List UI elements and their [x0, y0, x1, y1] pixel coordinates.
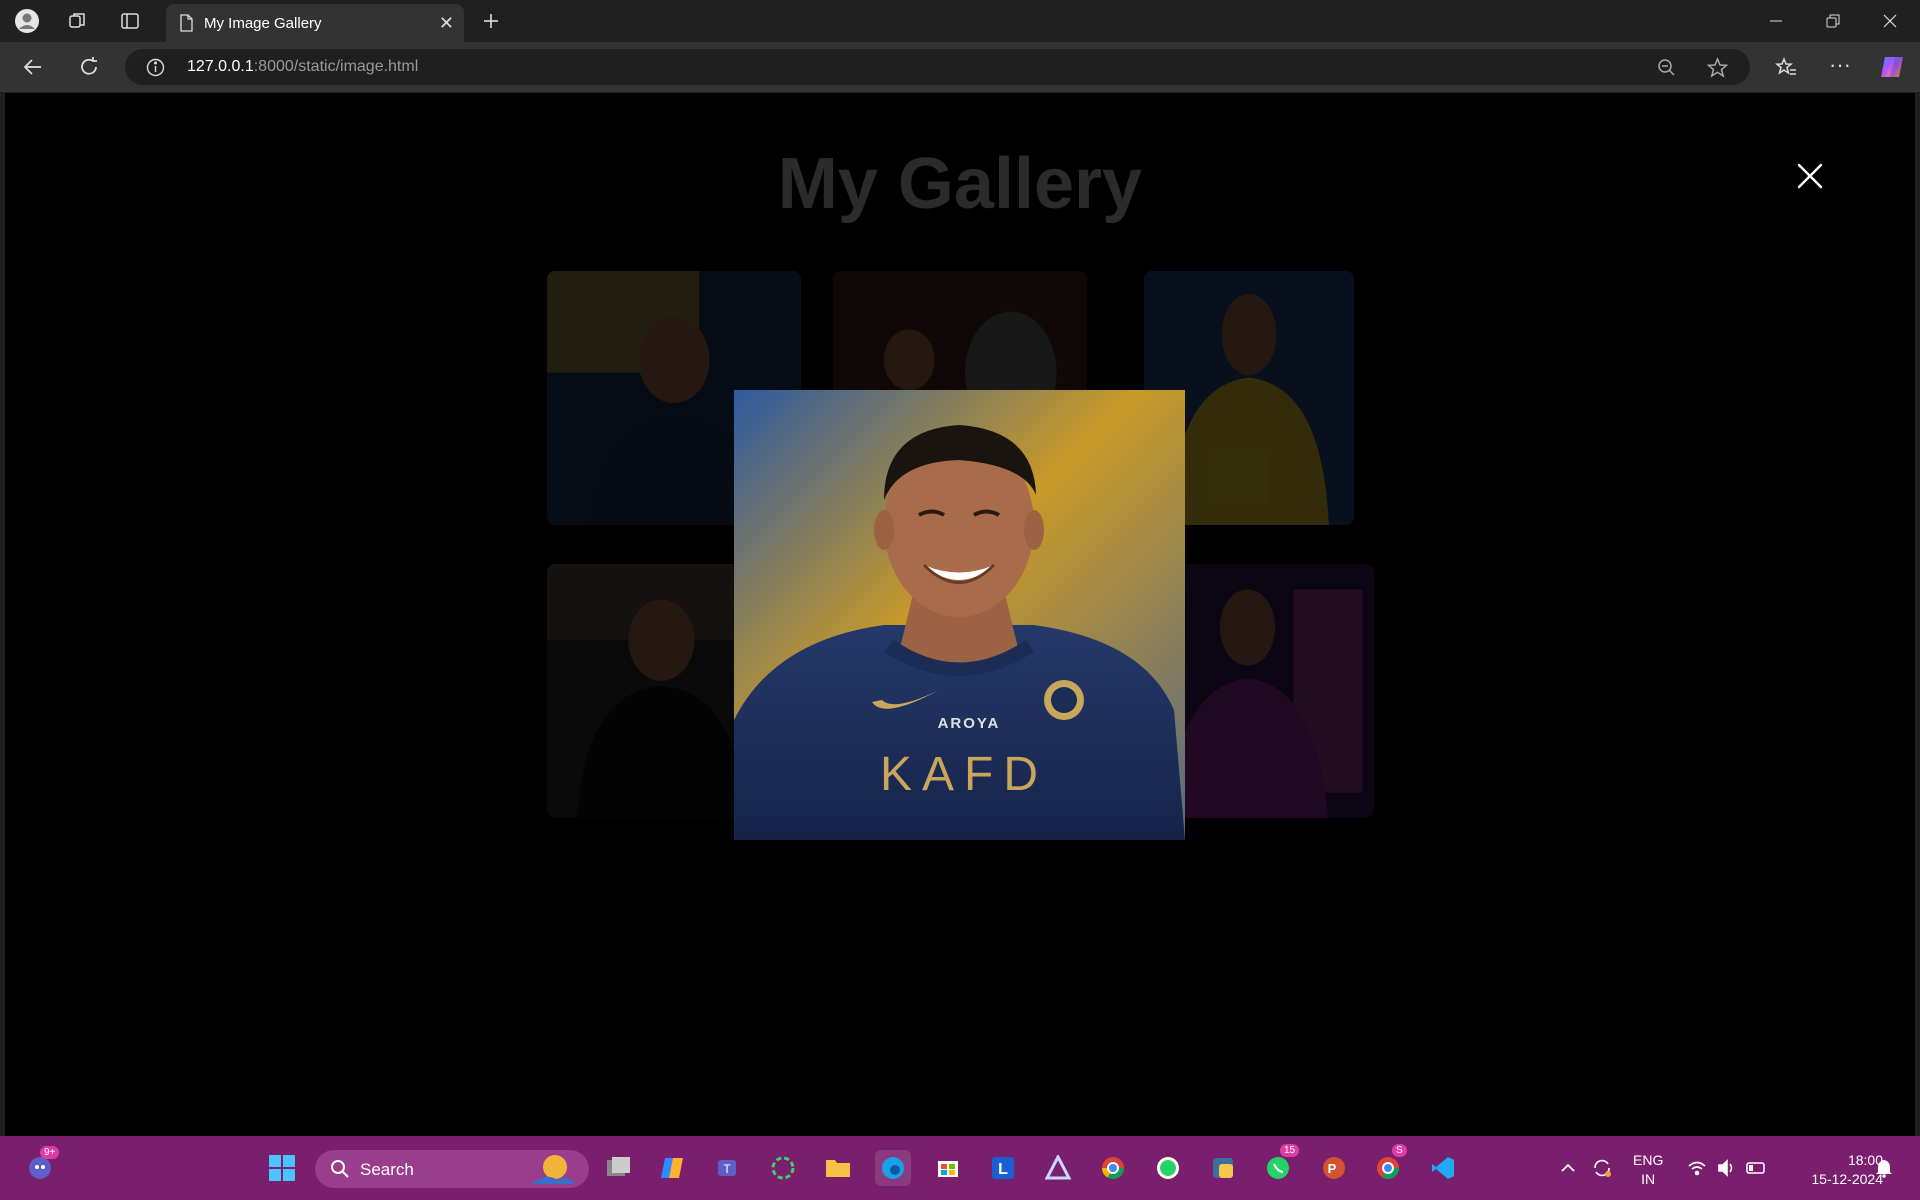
taskbar-search[interactable]: Search: [315, 1150, 589, 1188]
whatsapp-icon[interactable]: 15: [1260, 1144, 1300, 1186]
tab-actions-icon[interactable]: [115, 8, 145, 34]
whatsapp-desktop-icon[interactable]: [1150, 1150, 1186, 1186]
close-window-icon[interactable]: [1867, 8, 1913, 34]
new-tab-icon[interactable]: [476, 8, 506, 34]
zoom-out-icon[interactable]: [1657, 58, 1676, 82]
profile-avatar-icon[interactable]: [12, 8, 42, 34]
notifications-bell-icon[interactable]: [1866, 1150, 1902, 1186]
show-hidden-icons-icon[interactable]: [1550, 1150, 1586, 1186]
file-explorer-icon[interactable]: [820, 1150, 856, 1186]
vscode-icon[interactable]: [1425, 1150, 1461, 1186]
windows-taskbar: 9+ Search T L 15 P S ENG IN 18:00 15-12-…: [0, 1136, 1920, 1200]
back-icon[interactable]: [22, 56, 44, 83]
search-label: Search: [360, 1160, 414, 1179]
copilot-taskbar-icon[interactable]: [655, 1150, 691, 1186]
battery-icon[interactable]: [1739, 1150, 1775, 1186]
restore-window-icon[interactable]: [1810, 8, 1856, 34]
store-icon[interactable]: [930, 1150, 966, 1186]
l-app-icon[interactable]: L: [985, 1150, 1021, 1186]
start-icon[interactable]: [264, 1150, 300, 1186]
chat-widget-icon[interactable]: 9+: [22, 1146, 60, 1186]
search-icon: [330, 1159, 350, 1184]
copilot-icon[interactable]: [1879, 54, 1905, 85]
chat-badge: 9+: [40, 1146, 60, 1159]
region-code: IN: [1641, 1171, 1656, 1187]
more-options-icon[interactable]: ···: [1829, 52, 1851, 78]
page-viewport: My Gallery AROYA KAFD: [5, 93, 1915, 1136]
python-icon[interactable]: [1205, 1150, 1241, 1186]
task-view-icon[interactable]: [600, 1150, 636, 1186]
search-highlight-icon: [527, 1152, 577, 1191]
language-code: ENG: [1633, 1152, 1664, 1168]
jersey-brand-text: AROYA: [938, 715, 1001, 732]
language-indicator[interactable]: ENG IN: [1633, 1151, 1663, 1189]
jersey-sponsor-text: KAFD: [880, 748, 1048, 801]
lightbox-image: AROYA KAFD: [734, 390, 1185, 840]
teams-icon[interactable]: T: [710, 1150, 746, 1186]
page-title: My Gallery: [777, 144, 1143, 224]
chrome-profile-icon[interactable]: S: [1370, 1144, 1407, 1186]
loading-app-icon[interactable]: [765, 1150, 801, 1186]
close-tab-icon[interactable]: ✕: [439, 13, 454, 34]
address-bar[interactable]: 127.0.0.1:8000/static/image.html: [125, 49, 1750, 85]
svg-text:L: L: [998, 1161, 1008, 1178]
arc-app-icon[interactable]: [1040, 1150, 1076, 1186]
chrome-profile-badge: S: [1392, 1144, 1407, 1157]
url-text[interactable]: 127.0.0.1:8000/static/image.html: [187, 58, 418, 76]
close-lightbox-button[interactable]: [1790, 156, 1830, 196]
svg-text:P: P: [1328, 1161, 1337, 1176]
whatsapp-badge: 15: [1280, 1144, 1300, 1157]
chrome-icon[interactable]: [1095, 1150, 1131, 1186]
page-file-icon: [178, 14, 194, 37]
tab-my-image-gallery[interactable]: My Image Gallery ✕: [166, 4, 464, 42]
minimize-window-icon[interactable]: [1753, 8, 1799, 34]
powerpoint-icon[interactable]: P: [1315, 1150, 1351, 1186]
svg-text:T: T: [723, 1162, 731, 1176]
sync-icon[interactable]: [1584, 1150, 1620, 1186]
tab-title: My Image Gallery: [204, 15, 322, 32]
favorite-star-icon[interactable]: [1706, 57, 1729, 83]
workspaces-icon[interactable]: [62, 8, 92, 34]
refresh-icon[interactable]: [78, 56, 100, 83]
edge-icon[interactable]: [875, 1150, 911, 1186]
browser-titlebar: My Image Gallery ✕: [0, 0, 1920, 42]
browser-toolbar: 127.0.0.1:8000/static/image.html ···: [0, 42, 1920, 92]
site-info-icon[interactable]: [146, 58, 165, 82]
favorites-icon[interactable]: [1775, 56, 1797, 83]
